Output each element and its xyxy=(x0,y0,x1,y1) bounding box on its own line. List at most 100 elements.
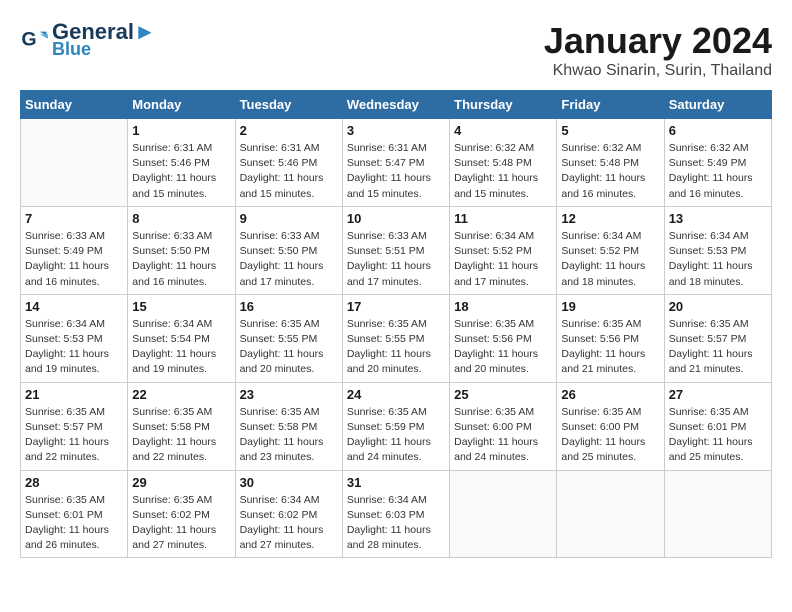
calendar-cell: 23 Sunrise: 6:35 AMSunset: 5:58 PMDayligh… xyxy=(235,382,342,470)
calendar-cell: 10Sunrise: 6:33 AMSunset: 5:51 PMDayligh… xyxy=(342,206,449,294)
day-number: 19 xyxy=(561,299,659,314)
day-number: 18 xyxy=(454,299,552,314)
day-number: 9 xyxy=(240,211,338,226)
calendar-week-row: 7 Sunrise: 6:33 AMSunset: 5:49 PMDaylight… xyxy=(21,206,772,294)
header-sunday: Sunday xyxy=(21,91,128,119)
day-info: Sunrise: 6:35 AMSunset: 6:01 PMDaylight:… xyxy=(25,493,123,554)
day-info: Sunrise: 6:33 AMSunset: 5:50 PMDaylight:… xyxy=(240,229,338,290)
logo-icon: G xyxy=(20,26,48,54)
calendar-cell xyxy=(21,119,128,207)
day-info: Sunrise: 6:34 AMSunset: 5:54 PMDaylight:… xyxy=(132,317,230,378)
day-info: Sunrise: 6:31 AMSunset: 5:46 PMDaylight:… xyxy=(132,141,230,202)
calendar-cell: 30 Sunrise: 6:34 AMSunset: 6:02 PMDayligh… xyxy=(235,470,342,558)
day-number: 15 xyxy=(132,299,230,314)
day-number: 10 xyxy=(347,211,445,226)
day-info: Sunrise: 6:31 AMSunset: 5:46 PMDaylight:… xyxy=(240,141,338,202)
day-number: 26 xyxy=(561,387,659,402)
day-info: Sunrise: 6:35 AMSunset: 6:00 PMDaylight:… xyxy=(561,405,659,466)
calendar-week-row: 14 Sunrise: 6:34 AMSunset: 5:53 PMDayligh… xyxy=(21,294,772,382)
calendar-cell: 15 Sunrise: 6:34 AMSunset: 5:54 PMDayligh… xyxy=(128,294,235,382)
day-info: Sunrise: 6:35 AMSunset: 5:55 PMDaylight:… xyxy=(347,317,445,378)
day-info: Sunrise: 6:33 AMSunset: 5:49 PMDaylight:… xyxy=(25,229,123,290)
day-info: Sunrise: 6:35 AMSunset: 5:58 PMDaylight:… xyxy=(240,405,338,466)
day-number: 23 xyxy=(240,387,338,402)
calendar-cell: 4 Sunrise: 6:32 AMSunset: 5:48 PMDaylight… xyxy=(450,119,557,207)
calendar-cell: 11Sunrise: 6:34 AMSunset: 5:52 PMDayligh… xyxy=(450,206,557,294)
day-info: Sunrise: 6:34 AMSunset: 6:02 PMDaylight:… xyxy=(240,493,338,554)
header-thursday: Thursday xyxy=(450,91,557,119)
calendar-cell: 17 Sunrise: 6:35 AMSunset: 5:55 PMDayligh… xyxy=(342,294,449,382)
calendar-cell: 31Sunrise: 6:34 AMSunset: 6:03 PMDayligh… xyxy=(342,470,449,558)
calendar-table: SundayMondayTuesdayWednesdayThursdayFrid… xyxy=(20,90,772,558)
day-info: Sunrise: 6:35 AMSunset: 5:59 PMDaylight:… xyxy=(347,405,445,466)
day-info: Sunrise: 6:32 AMSunset: 5:48 PMDaylight:… xyxy=(454,141,552,202)
day-number: 5 xyxy=(561,123,659,138)
day-info: Sunrise: 6:34 AMSunset: 5:52 PMDaylight:… xyxy=(561,229,659,290)
header-monday: Monday xyxy=(128,91,235,119)
calendar-cell: 9 Sunrise: 6:33 AMSunset: 5:50 PMDaylight… xyxy=(235,206,342,294)
calendar-cell xyxy=(557,470,664,558)
logo: G General► Blue xyxy=(20,20,156,60)
svg-text:G: G xyxy=(21,29,36,51)
day-info: Sunrise: 6:35 AMSunset: 5:58 PMDaylight:… xyxy=(132,405,230,466)
calendar-cell: 26 Sunrise: 6:35 AMSunset: 6:00 PMDayligh… xyxy=(557,382,664,470)
calendar-header-row: SundayMondayTuesdayWednesdayThursdayFrid… xyxy=(21,91,772,119)
calendar-cell: 16Sunrise: 6:35 AMSunset: 5:55 PMDayligh… xyxy=(235,294,342,382)
logo-text: General► Blue xyxy=(52,20,156,60)
day-number: 1 xyxy=(132,123,230,138)
month-title: January 2024 xyxy=(544,20,772,62)
day-number: 30 xyxy=(240,475,338,490)
calendar-cell xyxy=(664,470,771,558)
day-info: Sunrise: 6:31 AMSunset: 5:47 PMDaylight:… xyxy=(347,141,445,202)
day-number: 7 xyxy=(25,211,123,226)
day-number: 24 xyxy=(347,387,445,402)
day-info: Sunrise: 6:34 AMSunset: 5:53 PMDaylight:… xyxy=(669,229,767,290)
day-info: Sunrise: 6:32 AMSunset: 5:49 PMDaylight:… xyxy=(669,141,767,202)
day-number: 14 xyxy=(25,299,123,314)
day-number: 8 xyxy=(132,211,230,226)
day-info: Sunrise: 6:32 AMSunset: 5:48 PMDaylight:… xyxy=(561,141,659,202)
page-header: G General► Blue January 2024 Khwao Sinar… xyxy=(20,20,772,80)
calendar-cell: 14 Sunrise: 6:34 AMSunset: 5:53 PMDayligh… xyxy=(21,294,128,382)
calendar-week-row: 28Sunrise: 6:35 AMSunset: 6:01 PMDayligh… xyxy=(21,470,772,558)
day-number: 20 xyxy=(669,299,767,314)
day-info: Sunrise: 6:35 AMSunset: 5:55 PMDaylight:… xyxy=(240,317,338,378)
day-info: Sunrise: 6:35 AMSunset: 5:57 PMDaylight:… xyxy=(25,405,123,466)
calendar-week-row: 1 Sunrise: 6:31 AMSunset: 5:46 PMDaylight… xyxy=(21,119,772,207)
header-saturday: Saturday xyxy=(664,91,771,119)
day-info: Sunrise: 6:35 AMSunset: 6:00 PMDaylight:… xyxy=(454,405,552,466)
calendar-cell: 12 Sunrise: 6:34 AMSunset: 5:52 PMDayligh… xyxy=(557,206,664,294)
logo-line1b: ► xyxy=(134,19,156,44)
calendar-cell: 8 Sunrise: 6:33 AMSunset: 5:50 PMDaylight… xyxy=(128,206,235,294)
day-number: 3 xyxy=(347,123,445,138)
day-number: 25 xyxy=(454,387,552,402)
day-info: Sunrise: 6:35 AMSunset: 6:01 PMDaylight:… xyxy=(669,405,767,466)
day-number: 6 xyxy=(669,123,767,138)
day-number: 29 xyxy=(132,475,230,490)
calendar-cell: 6 Sunrise: 6:32 AMSunset: 5:49 PMDaylight… xyxy=(664,119,771,207)
day-info: Sunrise: 6:33 AMSunset: 5:50 PMDaylight:… xyxy=(132,229,230,290)
day-info: Sunrise: 6:35 AMSunset: 5:56 PMDaylight:… xyxy=(561,317,659,378)
calendar-cell: 25 Sunrise: 6:35 AMSunset: 6:00 PMDayligh… xyxy=(450,382,557,470)
calendar-cell xyxy=(450,470,557,558)
day-number: 12 xyxy=(561,211,659,226)
calendar-cell: 28Sunrise: 6:35 AMSunset: 6:01 PMDayligh… xyxy=(21,470,128,558)
day-number: 31 xyxy=(347,475,445,490)
day-info: Sunrise: 6:35 AMSunset: 6:02 PMDaylight:… xyxy=(132,493,230,554)
day-number: 11 xyxy=(454,211,552,226)
calendar-cell: 22Sunrise: 6:35 AMSunset: 5:58 PMDayligh… xyxy=(128,382,235,470)
calendar-cell: 3 Sunrise: 6:31 AMSunset: 5:47 PMDaylight… xyxy=(342,119,449,207)
calendar-cell: 19 Sunrise: 6:35 AMSunset: 5:56 PMDayligh… xyxy=(557,294,664,382)
header-wednesday: Wednesday xyxy=(342,91,449,119)
calendar-cell: 27 Sunrise: 6:35 AMSunset: 6:01 PMDayligh… xyxy=(664,382,771,470)
day-number: 13 xyxy=(669,211,767,226)
calendar-cell: 5 Sunrise: 6:32 AMSunset: 5:48 PMDaylight… xyxy=(557,119,664,207)
calendar-cell: 29 Sunrise: 6:35 AMSunset: 6:02 PMDayligh… xyxy=(128,470,235,558)
day-number: 4 xyxy=(454,123,552,138)
day-number: 27 xyxy=(669,387,767,402)
calendar-cell: 24 Sunrise: 6:35 AMSunset: 5:59 PMDayligh… xyxy=(342,382,449,470)
day-info: Sunrise: 6:34 AMSunset: 5:53 PMDaylight:… xyxy=(25,317,123,378)
day-number: 17 xyxy=(347,299,445,314)
location-subtitle: Khwao Sinarin, Surin, Thailand xyxy=(544,62,772,80)
calendar-cell: 2Sunrise: 6:31 AMSunset: 5:46 PMDaylight… xyxy=(235,119,342,207)
